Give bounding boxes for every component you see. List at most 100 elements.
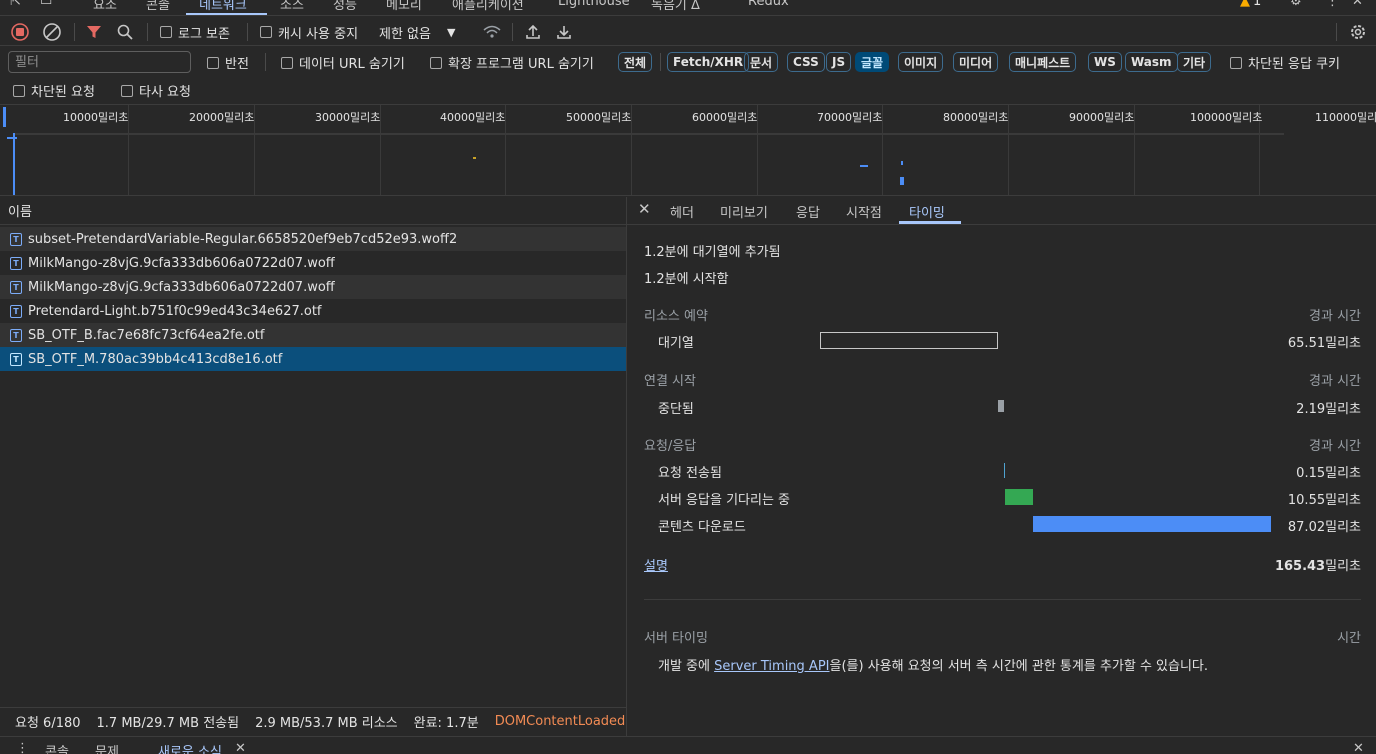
device-toolbar-icon[interactable]: ▭ (40, 0, 52, 9)
request-row[interactable]: T SB_OTF_B.fac7e68fc73cf64ea2fe.otf (0, 323, 626, 347)
request-row[interactable]: T MilkMango-z8vjG.9cfa333db606a0722d07.wo… (0, 275, 626, 299)
import-har-button[interactable] (524, 18, 542, 46)
tab-headers[interactable]: 헤더 (670, 202, 694, 221)
request-count: 요청 6/180 (15, 716, 81, 731)
duration-column-header: 경과 시간 (1309, 309, 1361, 324)
checkbox-box (430, 56, 442, 69)
disable-cache-checkbox[interactable]: 캐시 사용 중지 (260, 18, 358, 46)
type-filter-media[interactable]: 미디어 (953, 52, 999, 72)
active-tab-underline (186, 13, 267, 15)
blocked-response-cookies-checkbox[interactable]: 차단된 응답 쿠키 (1230, 53, 1340, 72)
invert-checkbox[interactable]: 반전 (207, 53, 249, 72)
type-filter-fetch-xhr[interactable]: Fetch/XHR (667, 52, 750, 72)
server-timing-text-before: 개발 중에 (658, 659, 715, 674)
tab-performance[interactable]: 성능 (333, 0, 357, 13)
throttling-select[interactable]: 제한 없음 ▼ (379, 18, 455, 46)
drawer-tab-whats-new[interactable]: 새로운 소식 (158, 741, 222, 754)
type-filter-wasm[interactable]: Wasm (1125, 52, 1178, 72)
tab-application[interactable]: 애플리케이션 (452, 0, 524, 13)
clear-button[interactable] (42, 18, 62, 46)
server-timing-api-link[interactable]: Server Timing API (714, 659, 829, 674)
tab-lighthouse[interactable]: Lighthouse (558, 0, 630, 9)
preserve-log-checkbox[interactable]: 로그 보존 (160, 18, 230, 46)
split-divider[interactable] (626, 197, 627, 737)
request-row[interactable]: Tsubset-PretendardVariable-Regular.66585… (0, 227, 626, 251)
request-name: Pretendard-Light.b751f0c99ed43c34e627.ot… (28, 303, 322, 319)
tab-console[interactable]: 콘솔 (146, 0, 170, 13)
tab-initiator[interactable]: 시작점 (846, 202, 882, 221)
tab-recorder[interactable]: 녹음기 ᐃ (651, 0, 700, 13)
settings-icon[interactable]: ⚙ (1290, 0, 1302, 9)
tab-preview[interactable]: 미리보기 (720, 202, 768, 221)
font-file-icon: T (10, 232, 22, 246)
server-timing-time-header: 시간 (1337, 631, 1361, 646)
type-filter-other[interactable]: 기타 (1177, 52, 1212, 72)
filter-input[interactable] (8, 51, 191, 73)
queueing-label: 대기열 (658, 336, 694, 351)
type-filter-js[interactable]: JS (826, 52, 852, 72)
type-filter-ws[interactable]: WS (1088, 52, 1122, 72)
tab-network[interactable]: 네트워크 (199, 0, 247, 13)
inspect-element-icon[interactable]: ⇱ (10, 0, 21, 9)
type-filter-css[interactable]: CSS (787, 52, 825, 72)
network-settings-button[interactable] (1349, 18, 1367, 46)
checkbox-box (260, 26, 272, 38)
active-detail-tab-underline (899, 221, 961, 224)
request-row[interactable]: T Pretendard-Light.b751f0c99ed43c34e627.o… (0, 299, 626, 323)
more-options-icon[interactable]: ⋮ (1326, 0, 1339, 9)
network-status-bar: 요청 6/180 1.7 MB/29.7 MB 전송됨 2.9 MB/53.7 … (0, 707, 626, 735)
hide-data-urls-checkbox[interactable]: 데이터 URL 숨기기 (281, 53, 405, 72)
request-row-selected[interactable]: T SB_OTF_M.780ac39bb4c413cd8e16.otf (0, 347, 626, 371)
network-conditions-button[interactable] (482, 18, 502, 46)
request-list: Tsubset-PretendardVariable-Regular.66585… (0, 227, 626, 371)
export-har-button[interactable] (555, 18, 573, 46)
request-name: subset-PretendardVariable-Regular.665852… (28, 231, 458, 247)
tab-redux[interactable]: Redux (748, 0, 789, 9)
type-filter-font[interactable]: 글꼴 (855, 52, 890, 72)
warning-icon[interactable]: ▲ 1 (1240, 0, 1261, 9)
drawer-tab-console[interactable]: 콘솔 (45, 741, 69, 754)
checkbox-box (207, 56, 219, 69)
drawer-menu-icon[interactable]: ⋮ (16, 741, 29, 754)
record-button[interactable] (10, 18, 30, 46)
close-drawer-icon[interactable]: ✕ (1353, 741, 1364, 754)
overview-request-mark (901, 161, 903, 165)
type-filter-all[interactable]: 전체 (618, 52, 653, 72)
tab-elements[interactable]: 요소 (93, 0, 117, 13)
overview-track (14, 133, 1284, 135)
overview-tick-label: 20000밀리초 (189, 111, 255, 124)
request-name: MilkMango-z8vjG.9cfa333db606a0722d07.wof… (28, 255, 335, 271)
close-devtools-icon[interactable]: ✕ (1352, 0, 1363, 9)
type-filter-manifest[interactable]: 매니페스트 (1009, 52, 1077, 72)
disable-cache-label: 캐시 사용 중지 (278, 26, 359, 42)
network-overview[interactable]: 10000밀리초 20000밀리초 30000밀리초 40000밀리초 5000… (0, 104, 1376, 196)
close-detail-icon[interactable]: ✕ (638, 200, 651, 218)
overview-left-handle[interactable] (3, 107, 6, 127)
gear-icon (1351, 25, 1365, 39)
explanation-link[interactable]: 설명 (644, 555, 668, 574)
duration-column-header: 경과 시간 (1309, 374, 1361, 389)
drawer-tab-issues[interactable]: 문제 (95, 741, 119, 754)
request-response-heading: 요청/응답 (644, 439, 697, 454)
type-filter-document[interactable]: 문서 (744, 52, 779, 72)
blocked-requests-checkbox[interactable]: 차단된 요청 (13, 81, 95, 100)
close-whats-new-icon[interactable]: ✕ (235, 741, 246, 754)
tab-sources[interactable]: 소스 (280, 0, 304, 13)
tab-response[interactable]: 응답 (796, 202, 820, 221)
transferred-size: 1.7 MB/29.7 MB 전송됨 (96, 716, 240, 731)
section-divider (644, 599, 1361, 600)
hide-extension-urls-checkbox[interactable]: 확장 프로그램 URL 숨기기 (430, 53, 594, 72)
drawer-tab-bar: ⋮ 콘솔 문제 새로운 소식 ✕ ✕ (0, 736, 1376, 754)
third-party-requests-label: 타사 요청 (139, 85, 191, 100)
detail-tab-bar: ✕ 헤더 미리보기 응답 시작점 타이밍 (627, 197, 1376, 225)
third-party-requests-checkbox[interactable]: 타사 요청 (121, 81, 191, 100)
filter-toggle-button[interactable] (85, 18, 103, 46)
search-button[interactable] (116, 18, 134, 46)
type-filter-image[interactable]: 이미지 (898, 52, 944, 72)
request-row[interactable]: T MilkMango-z8vjG.9cfa333db606a0722d07.wo… (0, 251, 626, 275)
tab-timing[interactable]: 타이밍 (909, 202, 945, 221)
name-column-header[interactable]: 이름 (0, 197, 626, 225)
total-duration-unit: 밀리초 (1325, 559, 1361, 574)
preserve-log-label: 로그 보존 (178, 26, 230, 42)
tab-memory[interactable]: 메모리 (386, 0, 422, 13)
